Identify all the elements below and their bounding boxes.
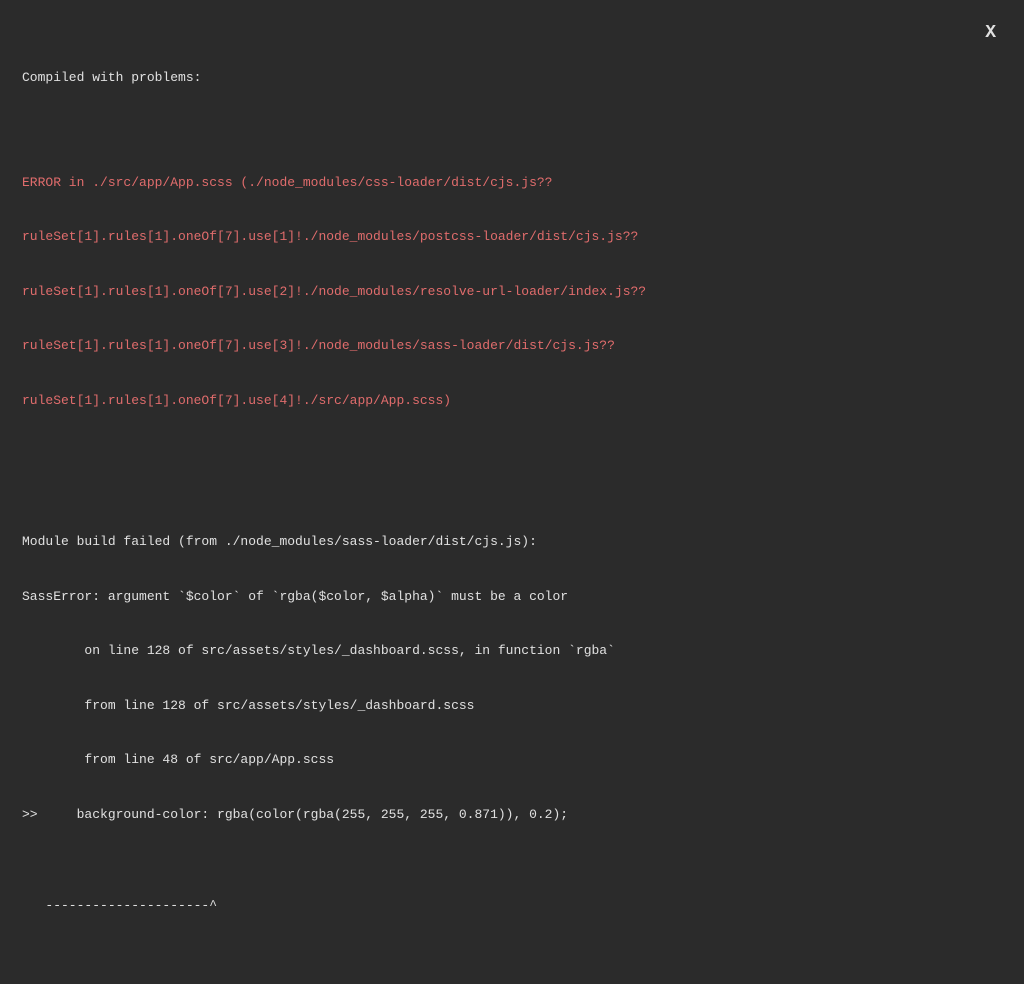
error-body-line: >> background-color: rgba(color(rgba(255… bbox=[22, 806, 1002, 824]
error-path-line: ruleSet[1].rules[1].oneOf[7].use[1]!./no… bbox=[22, 228, 1002, 246]
error-path-line: ruleSet[1].rules[1].oneOf[7].use[4]!./sr… bbox=[22, 392, 1002, 410]
error-body-line: on line 128 of src/assets/styles/_dashbo… bbox=[22, 642, 1002, 660]
error-overlay: X Compiled with problems: ERROR in ./src… bbox=[0, 0, 1024, 984]
error-path-line: ERROR in ./src/app/App.scss (./node_modu… bbox=[22, 174, 1002, 192]
error-path-line: ruleSet[1].rules[1].oneOf[7].use[3]!./no… bbox=[22, 337, 1002, 355]
close-button[interactable]: X bbox=[985, 24, 996, 42]
error-body-line: SassError: argument `$color` of `rgba($c… bbox=[22, 588, 1002, 606]
error-body-line: from line 128 of src/assets/styles/_dash… bbox=[22, 697, 1002, 715]
error-body-line: from line 48 of src/app/App.scss bbox=[22, 751, 1002, 769]
error-body-line: ---------------------^ bbox=[22, 897, 1002, 915]
error-path-line: ruleSet[1].rules[1].oneOf[7].use[2]!./no… bbox=[22, 283, 1002, 301]
heading: Compiled with problems: bbox=[22, 69, 1002, 87]
error-body-block: Module build failed (from ./node_modules… bbox=[22, 497, 1002, 952]
error-path-block: ERROR in ./src/app/App.scss (./node_modu… bbox=[22, 137, 1002, 446]
error-body-line: Module build failed (from ./node_modules… bbox=[22, 533, 1002, 551]
